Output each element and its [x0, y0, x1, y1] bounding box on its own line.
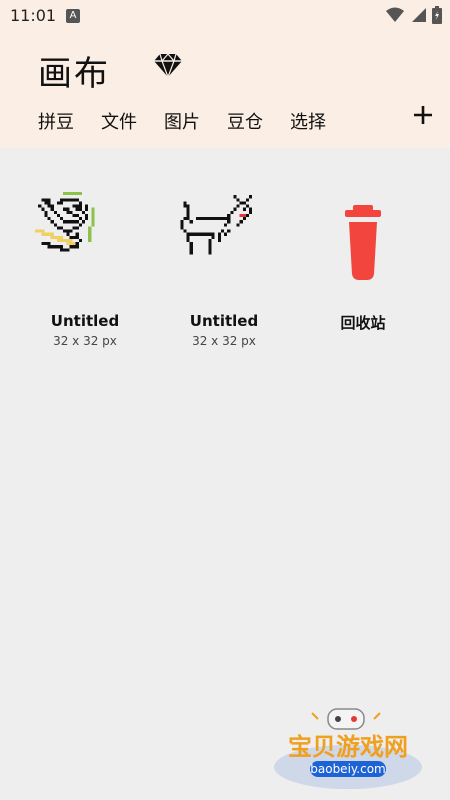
watermark-logo: 宝贝游戏网 baobeiy.com	[270, 705, 430, 795]
battery-icon	[432, 6, 442, 24]
tab-pindou[interactable]: 拼豆	[38, 108, 74, 134]
canvas-title: Untitled	[189, 312, 259, 330]
diamond-icon[interactable]	[153, 52, 183, 78]
tab-select[interactable]: 选择	[290, 108, 326, 134]
canvas-size: 32 x 32 px	[192, 334, 256, 348]
trash-card[interactable]: 回收站	[293, 192, 433, 333]
tab-bead-storage[interactable]: 豆仓	[227, 108, 263, 134]
tab-bar: 拼豆 文件 图片 豆仓 选择	[0, 106, 450, 136]
page-title: 画布	[38, 54, 110, 94]
canvas-thumbnail	[35, 192, 95, 252]
canvas-card-2[interactable]: Untitled 32 x 32 px	[154, 192, 294, 348]
canvas-size: 32 x 32 px	[53, 334, 117, 348]
add-icon[interactable]	[408, 100, 438, 130]
tab-images[interactable]: 图片	[164, 108, 200, 134]
trash-icon	[345, 205, 381, 280]
watermark-url: baobeiy.com	[310, 762, 385, 776]
watermark-title: 宝贝游戏网	[288, 733, 408, 761]
app-header: 画布 拼豆 文件 图片 豆仓 选择	[0, 32, 450, 148]
wifi-icon	[386, 7, 404, 22]
status-icons	[386, 6, 442, 24]
canvas-title: Untitled	[50, 312, 120, 330]
tab-files[interactable]: 文件	[101, 108, 137, 134]
canvas-thumbnail	[180, 195, 253, 255]
signal-icon	[412, 8, 426, 22]
canvas-card-1[interactable]: Untitled 32 x 32 px	[15, 192, 155, 348]
status-bar: 11:01 A	[0, 0, 450, 32]
status-time: 11:01	[10, 6, 57, 25]
accessibility-icon: A	[66, 9, 80, 23]
trash-label: 回收站	[340, 314, 386, 332]
